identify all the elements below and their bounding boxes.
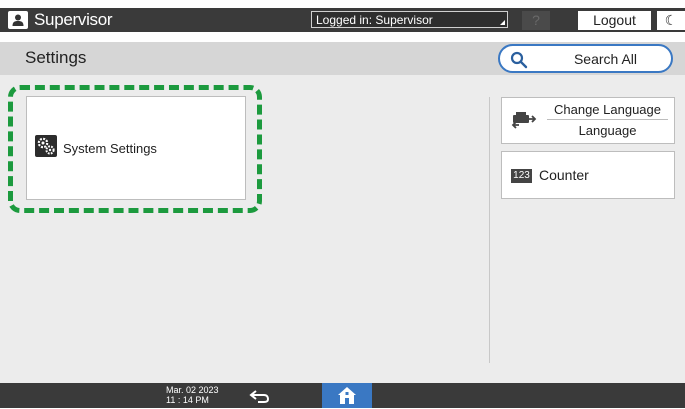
home-button[interactable] xyxy=(322,383,372,408)
logged-in-status[interactable]: Logged in: Supervisor xyxy=(311,11,508,28)
change-language-label: Change Language xyxy=(547,102,668,120)
time-text: 11 : 14 PM xyxy=(166,395,209,405)
user-area: Supervisor xyxy=(8,10,113,30)
help-button[interactable]: ? xyxy=(522,11,550,30)
counter-label: Counter xyxy=(539,167,589,183)
top-bar: Supervisor Logged in: Supervisor ? Logou… xyxy=(0,8,685,32)
counter-button[interactable]: 123 Counter xyxy=(501,151,675,199)
title-bar: Settings Search All xyxy=(0,42,685,75)
logout-button[interactable]: Logout xyxy=(578,11,651,30)
vertical-divider xyxy=(489,97,490,363)
resize-corner-icon xyxy=(500,20,505,25)
bottom-bar: Mar. 02 2023 11 : 14 PM xyxy=(0,383,685,408)
main-area: System Settings Change Language Language… xyxy=(0,75,685,383)
moon-icon: ☾ xyxy=(664,12,678,28)
system-settings-button[interactable]: System Settings xyxy=(26,96,246,200)
search-all-label: Search All xyxy=(573,51,638,67)
home-icon xyxy=(338,387,356,404)
user-icon xyxy=(8,11,28,29)
gears-icon xyxy=(35,135,57,157)
page-title: Settings xyxy=(25,48,87,67)
back-icon[interactable] xyxy=(248,388,272,409)
logged-in-text: Logged in: Supervisor xyxy=(316,13,433,27)
search-icon xyxy=(510,51,528,74)
energy-saver-button[interactable]: ☾ xyxy=(657,11,685,30)
search-all-button[interactable]: Search All xyxy=(498,44,673,73)
change-language-button[interactable]: Change Language Language xyxy=(501,97,675,144)
system-settings-label: System Settings xyxy=(63,141,157,156)
user-name: Supervisor xyxy=(34,10,113,29)
counter-icon: 123 xyxy=(511,169,532,183)
date-text: Mar. 02 2023 xyxy=(166,385,219,395)
date-time: Mar. 02 2023 11 : 14 PM xyxy=(166,385,219,405)
language-value: Language xyxy=(578,123,637,138)
language-icon xyxy=(511,110,537,135)
